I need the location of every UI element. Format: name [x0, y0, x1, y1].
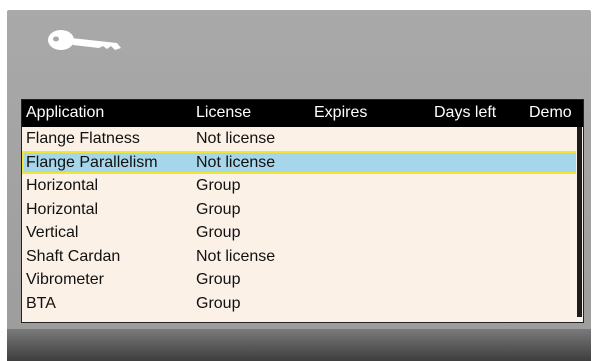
table-row-selected[interactable]: Flange Parallelism Not license — [22, 150, 578, 174]
table-row[interactable]: Flange Flatness Not license — [22, 127, 583, 151]
application-cell: Horizontal — [26, 177, 99, 194]
table-row[interactable]: Horizontal Group — [22, 174, 583, 198]
column-header-license[interactable]: License — [196, 104, 251, 122]
license-cell: Not license — [196, 153, 276, 171]
table-row[interactable]: BTA Group — [22, 292, 583, 316]
column-header-demo[interactable]: Demo — [529, 104, 572, 122]
application-cell: Flange Parallelism — [26, 153, 158, 171]
license-window: Application License Expires Days left De… — [7, 10, 591, 361]
application-cell: Shaft Cardan — [26, 247, 121, 265]
application-cell: BTA — [26, 294, 56, 312]
table-row[interactable]: Horizontal Group — [22, 198, 583, 222]
table-header: Application License Expires Days left De… — [22, 100, 583, 127]
application-cell: Vibrometer — [26, 271, 104, 288]
table-row[interactable]: Vibrometer Group — [22, 268, 583, 292]
application-cell: Horizontal — [26, 200, 99, 218]
application-cell: Vertical — [26, 224, 79, 241]
scrollbar[interactable] — [576, 127, 583, 322]
license-cell: Group — [196, 200, 241, 218]
table-row[interactable]: Shaft Cardan Not license — [22, 245, 583, 269]
license-cell: Not license — [196, 247, 276, 265]
license-cell: Group — [196, 177, 241, 194]
application-cell: Flange Flatness — [26, 130, 140, 147]
table-body: Flange Flatness Not license Flange Paral… — [22, 127, 583, 315]
scrollbar-thumb[interactable] — [577, 127, 582, 317]
column-header-application[interactable]: Application — [26, 104, 104, 122]
bottom-bar — [7, 329, 591, 361]
column-header-days-left[interactable]: Days left — [434, 104, 496, 122]
license-cell: Group — [196, 224, 241, 241]
key-icon — [48, 30, 121, 50]
license-table: Application License Expires Days left De… — [21, 99, 584, 323]
table-row[interactable]: Vertical Group — [22, 221, 583, 245]
column-header-expires[interactable]: Expires — [314, 104, 367, 122]
license-cell: Group — [196, 294, 241, 312]
license-cell: Not license — [196, 130, 276, 147]
license-cell: Group — [196, 271, 241, 288]
